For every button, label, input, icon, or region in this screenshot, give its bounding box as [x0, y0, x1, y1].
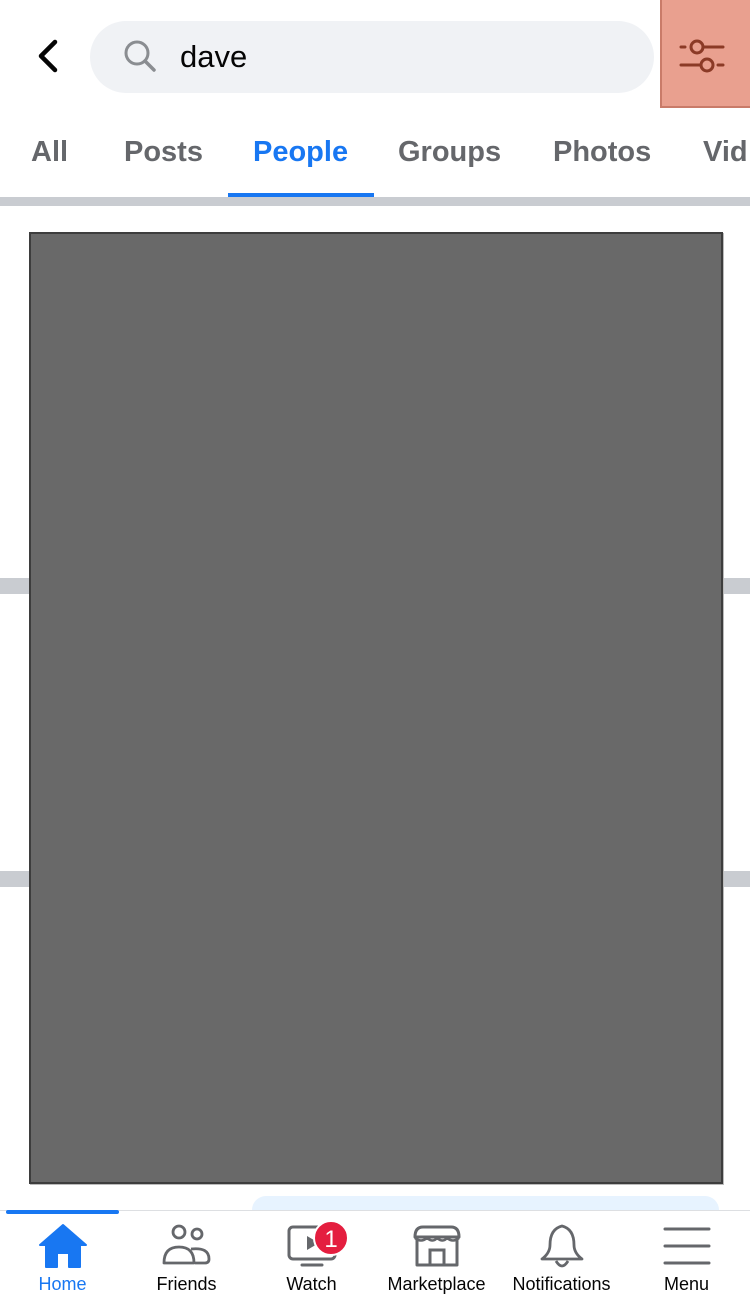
tab-groups[interactable]: Groups	[398, 136, 501, 169]
search-tabs: All Posts People Groups Photos Vid	[0, 112, 750, 198]
tab-videos[interactable]: Vid	[703, 136, 748, 169]
back-button[interactable]	[28, 36, 68, 76]
nav-menu[interactable]: Menu	[624, 1211, 749, 1299]
nav-home-label: Home	[38, 1274, 87, 1294]
search-icon	[124, 40, 156, 72]
nav-home[interactable]: Home	[0, 1211, 125, 1299]
watch-notification-badge: 1	[313, 1220, 349, 1256]
nav-marketplace-label: Marketplace	[387, 1274, 486, 1294]
header	[0, 0, 750, 112]
tab-all[interactable]: All	[31, 136, 68, 169]
chevron-left-icon	[38, 39, 58, 73]
friends-icon	[162, 1224, 210, 1265]
tab-posts[interactable]: Posts	[124, 136, 203, 169]
tab-photos[interactable]: Photos	[553, 136, 651, 169]
tab-people[interactable]: People	[253, 136, 348, 169]
nav-menu-label: Menu	[663, 1274, 710, 1294]
nav-watch[interactable]: Watch	[249, 1211, 374, 1299]
filter-button[interactable]	[660, 0, 750, 108]
bottom-nav: Home Friends Watch Marketplace Notificat…	[0, 1210, 750, 1299]
home-icon	[38, 1224, 87, 1268]
nav-marketplace[interactable]: Marketplace	[374, 1211, 499, 1299]
tabs-divider	[0, 197, 750, 206]
menu-icon	[663, 1227, 710, 1265]
nav-friends-label: Friends	[156, 1274, 217, 1294]
nav-friends[interactable]: Friends	[124, 1211, 249, 1299]
redacted-results-region	[29, 232, 723, 1184]
nav-notifications[interactable]: Notifications	[499, 1211, 624, 1299]
sliders-icon	[679, 39, 725, 73]
nav-notifications-label: Notifications	[512, 1274, 611, 1294]
search-input[interactable]	[180, 30, 620, 84]
bell-icon	[540, 1224, 583, 1268]
marketplace-icon	[413, 1225, 460, 1267]
nav-watch-label: Watch	[286, 1274, 337, 1294]
